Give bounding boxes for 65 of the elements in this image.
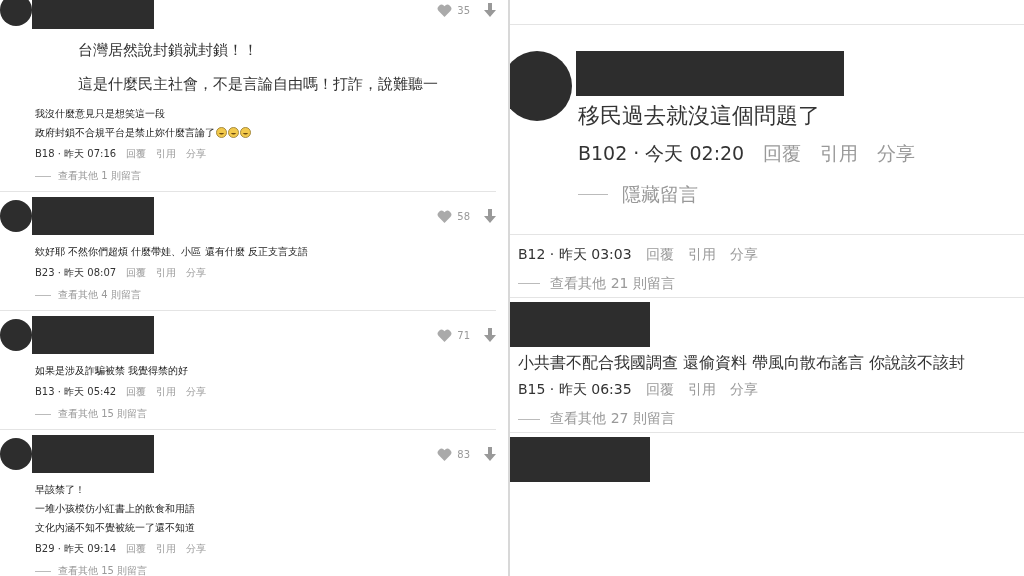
comment-text: 一堆小孩模仿小紅書上的飲食和用語 [35,502,195,516]
comment-action[interactable]: 分享 [186,266,207,280]
quoted-text: 這是什麼民主社會，不是言論自由嗎！打詐，說難聽一 [78,74,439,95]
floor-timestamp: B23 · 昨天 08:07 [35,266,117,280]
comment-action[interactable]: 引用 [156,385,177,399]
laughing-emoji-icon [216,127,227,138]
comment-action[interactable]: 回覆 [645,380,674,399]
comment-action[interactable]: 分享 [186,147,207,161]
comment-action[interactable]: 引用 [687,380,716,399]
avatar [0,438,32,470]
heart-icon[interactable] [437,328,453,342]
like-count: 35 [457,4,470,16]
comment-text: 欸好耶 不然你們超煩 什麼帶娃、小區 還有什麼 反正支言支語 [35,245,308,259]
comment-text: 文化內涵不知不覺被統一了還不知道 [35,521,195,535]
more-replies-link[interactable]: 查看其他 15 則留言 [58,564,148,576]
like-count: 58 [457,210,470,222]
avatar [0,200,32,232]
floor-timestamp: B18 · 昨天 07:16 [35,147,117,161]
heart-icon[interactable] [437,3,453,17]
comment-action[interactable]: 引用 [156,147,177,161]
more-replies-link[interactable]: 查看其他 4 則留言 [58,288,141,302]
comment-action[interactable]: 分享 [729,380,758,399]
laughing-emoji-icon [240,127,251,138]
more-replies-link[interactable]: 查看其他 15 則留言 [58,407,148,421]
comment-action[interactable]: 回覆 [126,147,147,161]
comment-text: 早該禁了！ [35,483,85,497]
like-count: 83 [457,448,470,460]
comment-action[interactable]: 引用 [687,245,716,264]
comment-action[interactable]: 回覆 [126,266,147,280]
comment-action[interactable]: 引用 [156,542,177,556]
comment-action[interactable]: 回覆 [763,140,802,167]
laughing-emoji-icon [228,127,239,138]
comment-action[interactable]: 分享 [186,385,207,399]
comment-text: 如果是涉及詐騙被禁 我覺得禁的好 [35,364,189,378]
floor-timestamp: B29 · 昨天 09:14 [35,542,117,556]
comment-action[interactable]: 引用 [820,140,859,167]
comment-action[interactable]: 分享 [729,245,758,264]
more-replies-link[interactable]: 查看其他 1 則留言 [58,169,141,183]
floor-timestamp: B13 · 昨天 05:42 [35,385,117,399]
downvote-icon[interactable] [484,447,496,461]
floor-timestamp: B102 · 今天 02:20 [578,140,745,166]
more-replies-link[interactable]: 查看其他 27 則留言 [550,410,675,429]
comment-action[interactable]: 引用 [156,266,177,280]
like-count: 71 [457,329,470,341]
downvote-icon[interactable] [484,209,496,223]
more-replies-link[interactable]: 隱藏留言 [621,181,698,208]
comment-text: 政府封鎖不合規平台是禁止妳什麼言論了 [35,126,215,140]
quoted-text: 台灣居然說封鎖就封鎖！！ [78,40,259,61]
comment-action[interactable]: 回覆 [126,385,147,399]
floor-timestamp: B15 · 昨天 06:35 [518,380,632,399]
comment-text: 移民過去就沒這個問題了 [578,102,821,130]
comment-text: 我沒什麼意見只是想笑這一段 [35,107,165,121]
heart-icon[interactable] [437,209,453,223]
comment-text: 小共書不配合我國調查 還偷資料 帶風向散布謠言 你說該不該封 [518,352,967,374]
comment-action[interactable]: 回覆 [126,542,147,556]
avatar [0,0,32,26]
downvote-icon[interactable] [484,328,496,342]
floor-timestamp: B12 · 昨天 03:03 [518,245,632,264]
downvote-icon[interactable] [484,3,496,17]
comment-action[interactable]: 回覆 [645,245,674,264]
comment-action[interactable]: 分享 [186,542,207,556]
more-replies-link[interactable]: 查看其他 21 則留言 [550,274,675,293]
heart-icon[interactable] [437,447,453,461]
avatar [0,319,32,351]
comment-action[interactable]: 分享 [877,140,916,167]
